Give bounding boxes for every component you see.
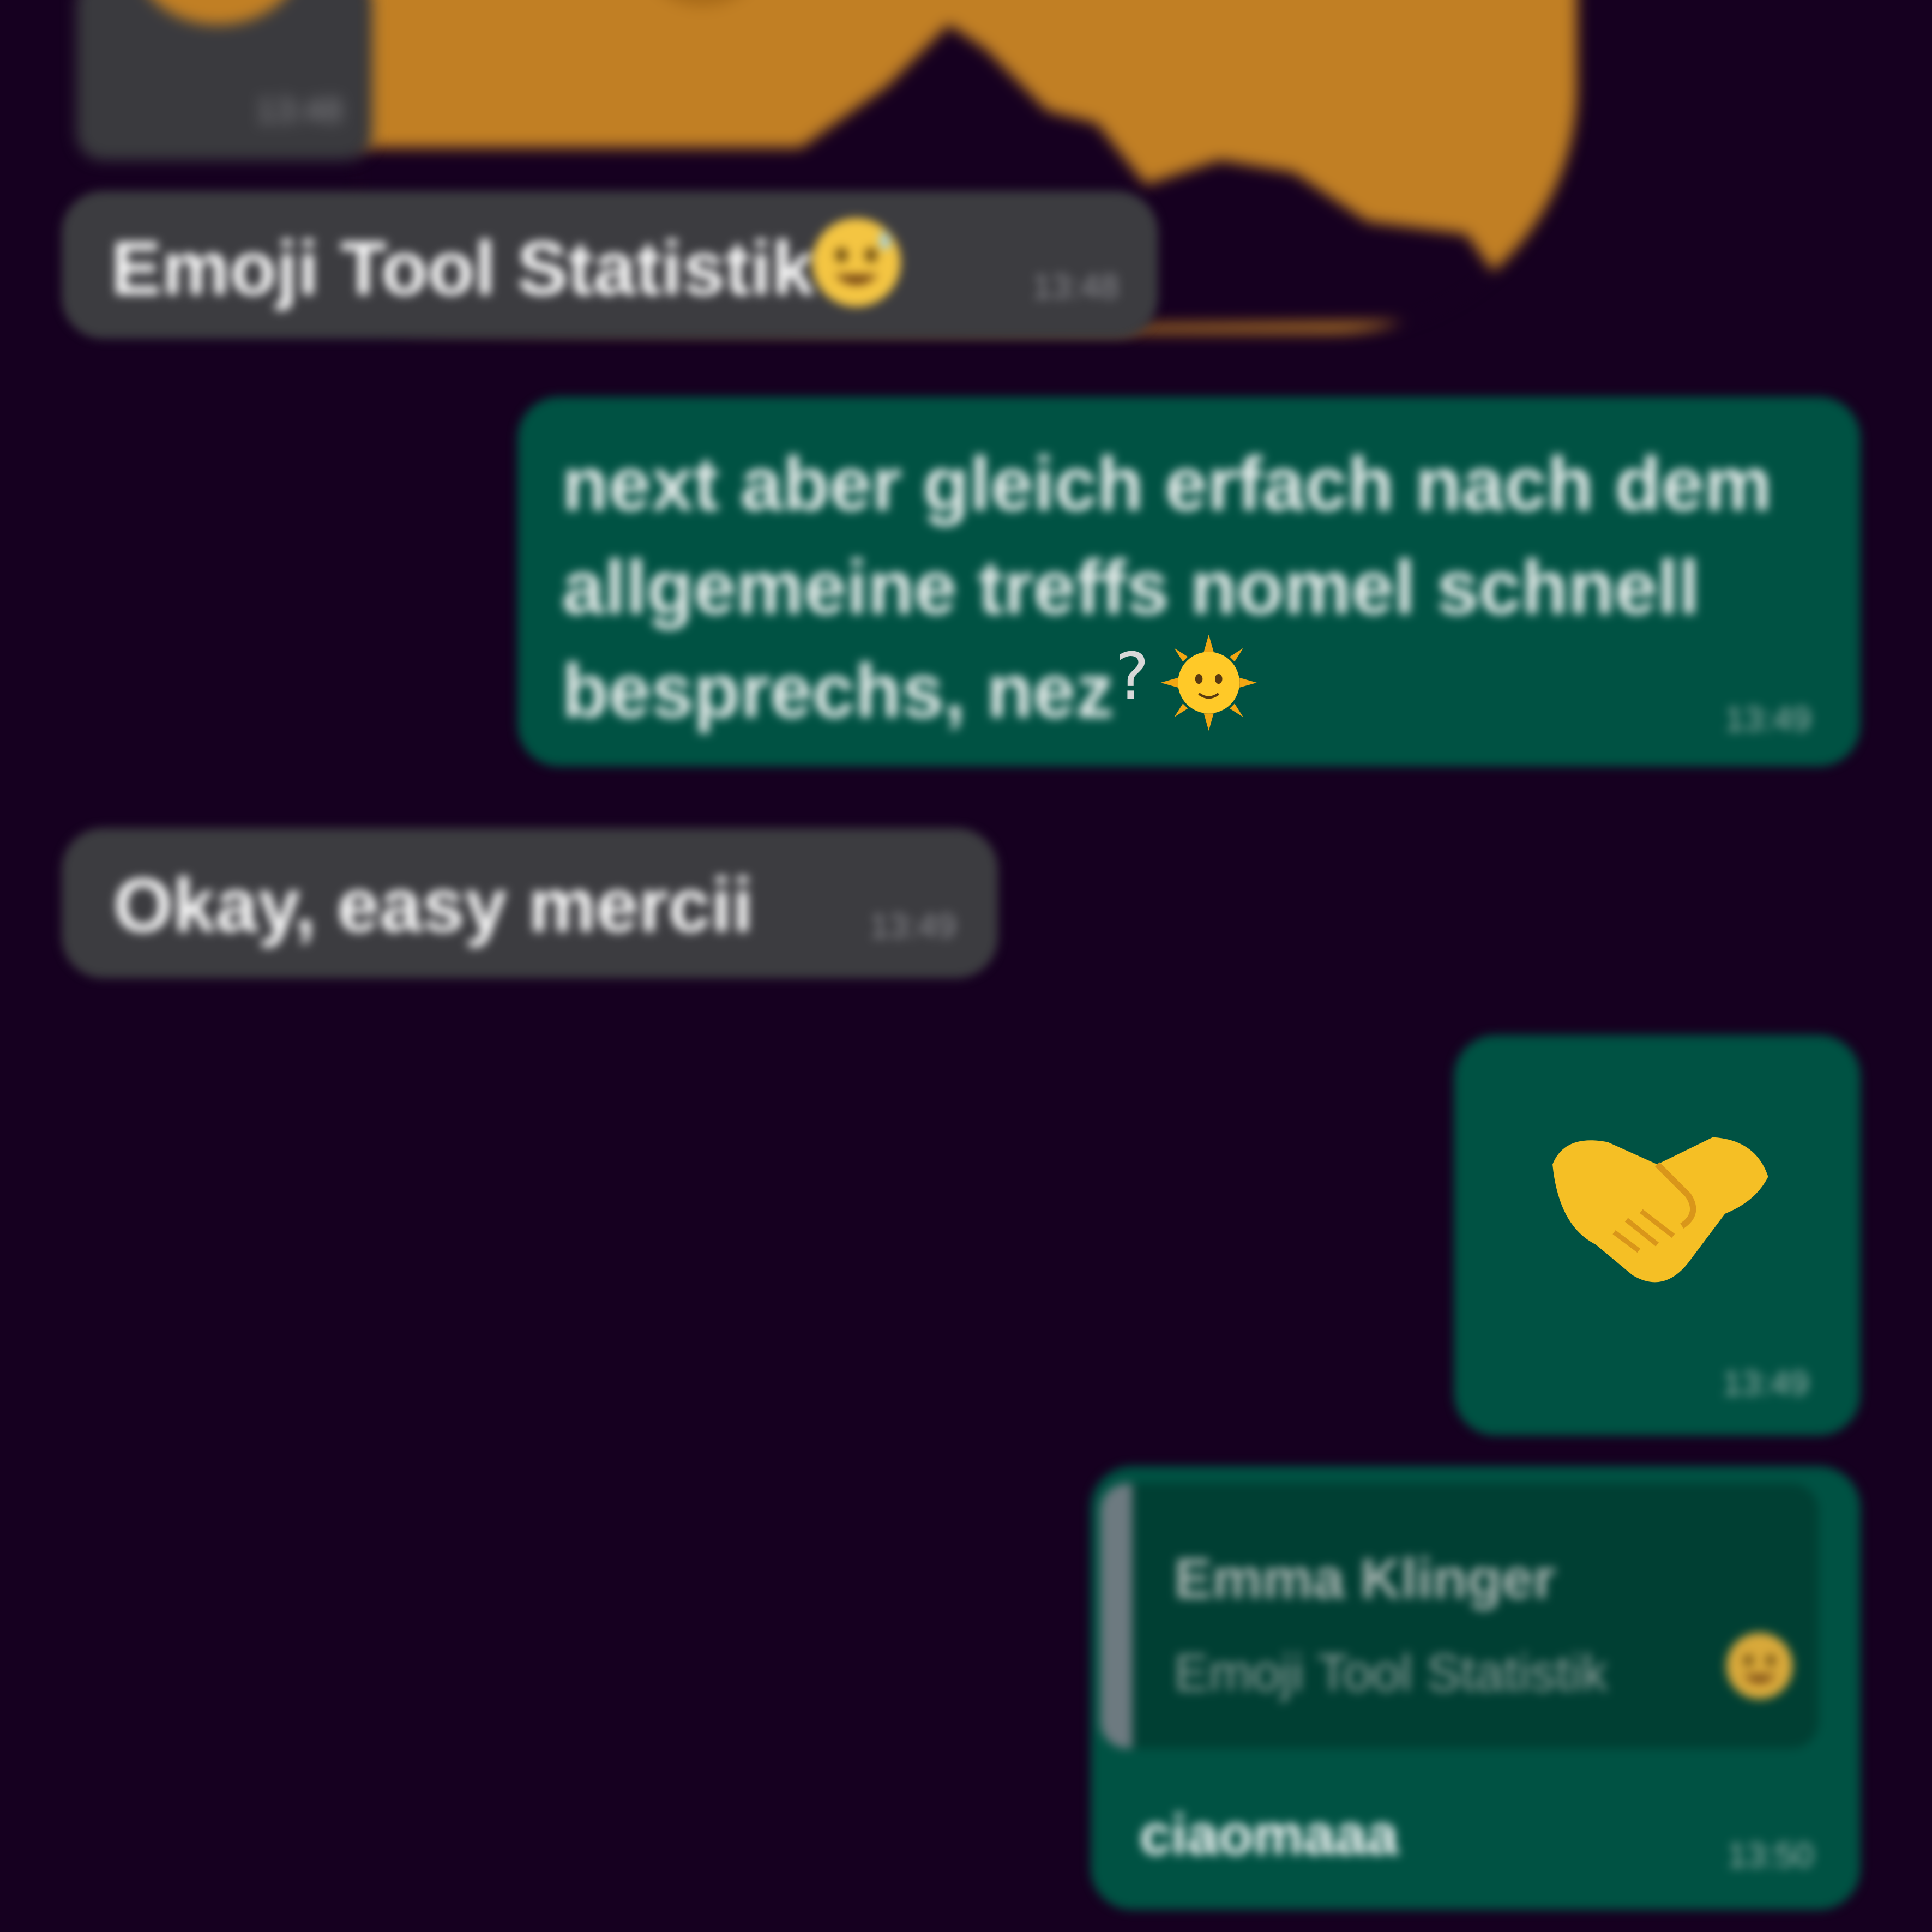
handshake-emoji-icon xyxy=(1552,1137,1768,1283)
incoming-message-bubble[interactable]: Okay, easy mercii 13:49 xyxy=(61,828,998,979)
quote-text: Emoji Tool Statistik xyxy=(1174,1644,1608,1702)
message-time-with-read-receipt: 13:49 xyxy=(1722,1364,1809,1403)
message-text: Emoji Tool Statistik xyxy=(111,226,814,312)
grinning-sweat-emoji-icon xyxy=(812,218,901,307)
message-time: 13:49 xyxy=(870,907,956,946)
message-time-with-read-receipt: 13:50 xyxy=(1727,1835,1814,1874)
sticker-fragment xyxy=(138,0,298,25)
quoted-message[interactable]: Emma Klinger Emoji Tool Statistik xyxy=(1100,1483,1819,1749)
incoming-message-bubble[interactable]: Emoji Tool Statistik 13:48 xyxy=(61,191,1159,339)
message-text: ciaomaaa xyxy=(1140,1802,1398,1867)
grinning-sweat-emoji-icon xyxy=(1726,1632,1793,1699)
quote-author: Emma Klinger xyxy=(1174,1546,1556,1611)
previous-sticker-tile[interactable]: 13:48 xyxy=(76,0,372,160)
sun-with-face-emoji-icon xyxy=(1160,634,1257,731)
message-time-with-read-receipt: 13:49 xyxy=(1725,700,1811,738)
message-time: 13:48 xyxy=(256,91,343,130)
question-mark-text: ? xyxy=(1115,640,1149,715)
message-time: 13:48 xyxy=(1032,267,1119,306)
quote-bar xyxy=(1100,1483,1133,1749)
message-text: Okay, easy mercii xyxy=(113,863,754,949)
outgoing-reply-bubble[interactable]: Emma Klinger Emoji Tool Statistik ciaoma… xyxy=(1090,1466,1861,1910)
